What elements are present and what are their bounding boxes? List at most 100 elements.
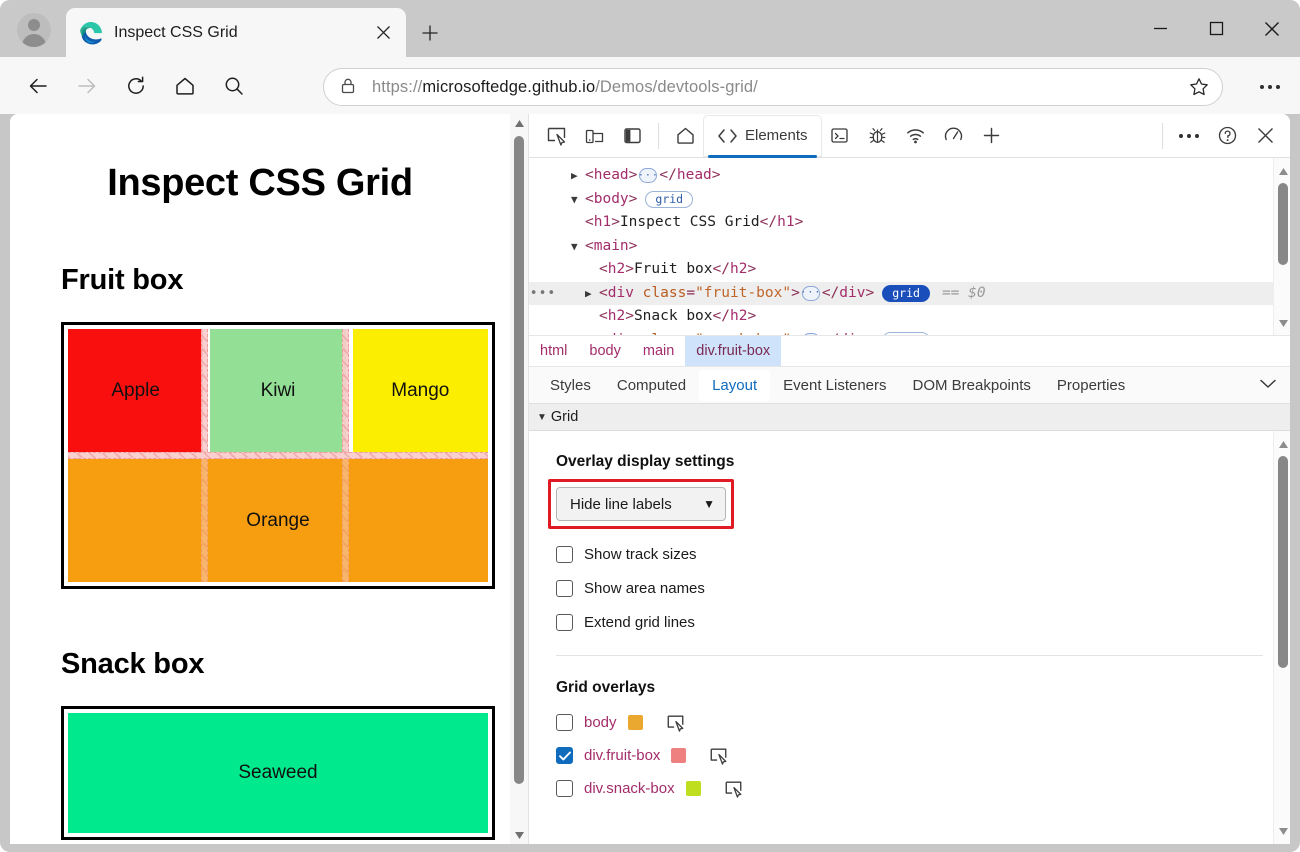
- checkbox-show-area-names[interactable]: [556, 580, 573, 597]
- devtools-more-icon[interactable]: [1170, 116, 1208, 156]
- network-icon[interactable]: [897, 116, 935, 156]
- scroll-down-arrow[interactable]: [1274, 822, 1290, 840]
- collapsed-children-icon[interactable]: ···: [800, 285, 820, 301]
- chevron-down-icon[interactable]: [1260, 376, 1276, 394]
- url-text[interactable]: https://microsoftedge.github.io/Demos/de…: [372, 78, 1184, 97]
- tab-styles[interactable]: Styles: [537, 370, 604, 401]
- settings-more-button[interactable]: [1254, 71, 1286, 103]
- breadcrumb-item-div-fruit-box[interactable]: div.fruit-box: [685, 336, 782, 366]
- twisty-collapsed-icon[interactable]: ▶: [571, 164, 585, 188]
- browser-tab[interactable]: Inspect CSS Grid: [66, 8, 406, 57]
- chevron-down-icon[interactable]: ▼: [703, 497, 715, 511]
- inspect-element-icon[interactable]: [537, 116, 575, 156]
- new-tab-button[interactable]: [412, 17, 448, 49]
- checkbox-overlay-div-snack-box[interactable]: [556, 780, 573, 797]
- tab-properties[interactable]: Properties: [1044, 370, 1138, 401]
- overlay-row-div-fruit-box[interactable]: div.fruit-box: [556, 746, 1290, 765]
- inspect-element-icon[interactable]: [666, 713, 685, 732]
- twisty-expanded-icon[interactable]: ▼: [571, 188, 585, 212]
- more-tools-plus-icon[interactable]: [973, 116, 1011, 156]
- scroll-up-arrow[interactable]: [1274, 435, 1290, 453]
- profile-button[interactable]: [14, 10, 54, 50]
- performance-icon[interactable]: [935, 116, 973, 156]
- scroll-up-arrow[interactable]: [510, 114, 528, 132]
- address-bar[interactable]: https://microsoftedge.github.io/Demos/de…: [323, 68, 1223, 106]
- device-emulation-icon[interactable]: [575, 116, 613, 156]
- dom-node-h1[interactable]: <h1> Inspect CSS Grid </h1>: [529, 211, 1290, 235]
- checkbox-overlay-div-fruit-box[interactable]: [556, 747, 573, 764]
- scroll-up-arrow[interactable]: [1274, 162, 1290, 180]
- inspect-element-icon[interactable]: [709, 746, 728, 765]
- search-icon[interactable]: [212, 64, 256, 108]
- tab-elements[interactable]: Elements: [704, 115, 821, 158]
- tab-computed[interactable]: Computed: [604, 370, 699, 401]
- collapsed-children-icon[interactable]: ···: [638, 168, 658, 184]
- help-icon[interactable]: [1208, 116, 1246, 156]
- home-icon[interactable]: [666, 116, 704, 156]
- twisty-collapsed-icon[interactable]: ▶: [585, 282, 599, 306]
- scroll-down-arrow[interactable]: [1274, 314, 1290, 332]
- minimize-button[interactable]: [1132, 0, 1188, 57]
- overlay-color-swatch[interactable]: [671, 748, 687, 763]
- overlay-label: body: [584, 714, 617, 731]
- breadcrumb-item-html[interactable]: html: [529, 336, 578, 366]
- devtools-close-icon[interactable]: [1246, 116, 1284, 156]
- grid-badge-active[interactable]: grid: [882, 284, 930, 302]
- close-window-button[interactable]: [1244, 0, 1300, 57]
- dom-node-main[interactable]: ▼ <main>: [529, 235, 1290, 259]
- checkbox-overlay-body[interactable]: [556, 714, 573, 731]
- twisty-collapsed-icon[interactable]: ▶: [585, 329, 599, 336]
- scroll-down-arrow[interactable]: [510, 826, 528, 844]
- overlay-color-swatch[interactable]: [685, 781, 701, 796]
- grid-section-header[interactable]: ▼ Grid: [529, 404, 1290, 431]
- dom-row-menu-icon[interactable]: •••: [529, 282, 557, 306]
- tab-event-listeners[interactable]: Event Listeners: [770, 370, 899, 401]
- checkbox-extend-grid-lines[interactable]: [556, 614, 573, 631]
- dom-node-head[interactable]: ▶ <head> ··· </head>: [529, 164, 1290, 188]
- checkbox-show-track-sizes[interactable]: [556, 546, 573, 563]
- dom-node-fruit-box[interactable]: ••• ▶ <div class="fruit-box"> ··· </div> g…: [529, 281, 1290, 306]
- grid-badge[interactable]: grid: [882, 331, 930, 335]
- home-button[interactable]: [163, 64, 207, 108]
- tab-layout[interactable]: Layout: [699, 369, 771, 401]
- debugger-icon[interactable]: [859, 116, 897, 156]
- line-labels-select[interactable]: Hide line labels ▼: [556, 487, 726, 521]
- twisty-expanded-icon[interactable]: ▼: [571, 235, 585, 259]
- grid-cell-label: Kiwi: [260, 379, 296, 401]
- overlay-color-swatch[interactable]: [627, 715, 643, 730]
- dom-node-snack-box[interactable]: ▶ <div class="snack-box">···</div> grid: [529, 329, 1290, 336]
- checkbox-row-show-track-sizes[interactable]: Show track sizes: [556, 546, 1290, 563]
- console-icon[interactable]: [821, 116, 859, 156]
- dom-scroll-thumb[interactable]: [1277, 183, 1288, 265]
- section-triangle-icon[interactable]: ▼: [537, 412, 547, 423]
- checkbox-row-show-area-names[interactable]: Show area names: [556, 580, 1290, 597]
- breadcrumb-item-body[interactable]: body: [578, 336, 631, 366]
- avatar: [17, 13, 51, 47]
- page-scrollbar[interactable]: [510, 114, 528, 844]
- dom-node-body[interactable]: ▼ <body> grid: [529, 188, 1290, 212]
- browser-window: Inspect CSS Grid https://microsoftedge.g…: [0, 0, 1300, 852]
- breadcrumb-item-main[interactable]: main: [632, 336, 685, 366]
- dock-side-icon[interactable]: [613, 116, 651, 156]
- tab-dom-breakpoints[interactable]: DOM Breakpoints: [900, 370, 1044, 401]
- dom-node-h2-snack[interactable]: <h2> Snack box </h2>: [529, 305, 1290, 329]
- reload-button[interactable]: [114, 64, 158, 108]
- close-icon[interactable]: [370, 20, 396, 46]
- checkbox-row-extend-grid-lines[interactable]: Extend grid lines: [556, 614, 1290, 631]
- layout-panel-scrollbar[interactable]: [1273, 431, 1290, 844]
- layout-scroll-thumb[interactable]: [1277, 456, 1288, 668]
- page-scroll-thumb[interactable]: [514, 136, 524, 784]
- star-icon[interactable]: [1184, 72, 1214, 102]
- maximize-button[interactable]: [1188, 0, 1244, 57]
- collapsed-children-icon[interactable]: ···: [800, 332, 820, 335]
- dom-node-h2-fruit[interactable]: <h2> Fruit box </h2>: [529, 258, 1290, 282]
- inspect-element-icon[interactable]: [724, 779, 743, 798]
- fruit-box-heading: Fruit box: [61, 264, 184, 296]
- overlay-row-div-snack-box[interactable]: div.snack-box: [556, 779, 1290, 798]
- grid-badge[interactable]: grid: [645, 190, 694, 208]
- dom-tree[interactable]: ▶ <head> ··· </head> ▼ <body> grid <h1> Ins…: [529, 158, 1290, 336]
- dom-tree-scrollbar[interactable]: [1273, 158, 1290, 335]
- overlay-row-body[interactable]: body: [556, 713, 1290, 732]
- dom-tag: div: [839, 332, 865, 336]
- back-button[interactable]: [16, 64, 60, 108]
